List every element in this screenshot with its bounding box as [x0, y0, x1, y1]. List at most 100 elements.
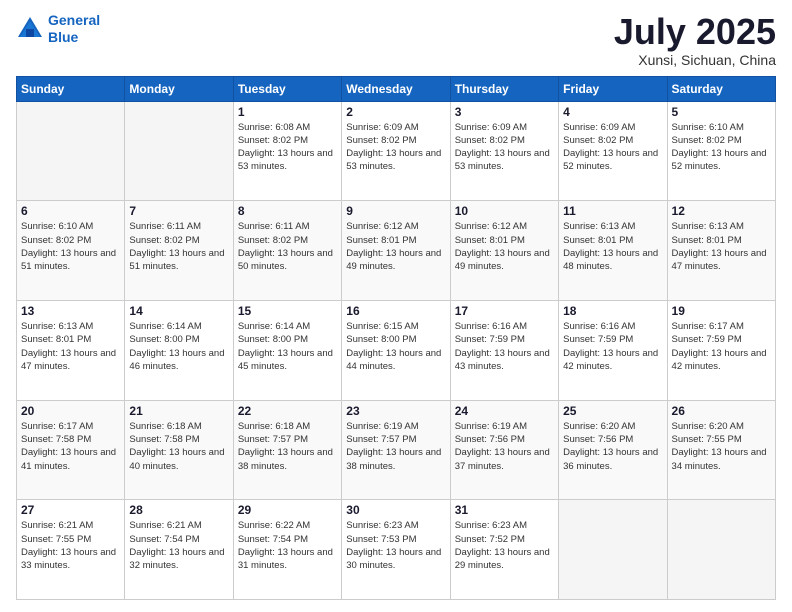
daylight: Daylight: 13 hours and 31 minutes. [238, 547, 333, 571]
day-info: Sunrise: 6:13 AM Sunset: 8:01 PM Daylight:… [672, 220, 771, 273]
sunset: Sunset: 8:01 PM [455, 235, 525, 246]
sunset: Sunset: 8:02 PM [238, 135, 308, 146]
sunrise: Sunrise: 6:21 AM [21, 520, 93, 531]
col-tuesday: Tuesday [233, 76, 341, 101]
table-row: 29Sunrise: 6:22 AMSunset: 7:54 PMDayligh… [233, 500, 341, 600]
day-number: 10 [455, 204, 554, 218]
day-number: 29 [238, 503, 337, 517]
sunrise: Sunrise: 6:17 AM [672, 321, 744, 332]
day-number: 11 [563, 204, 662, 218]
day-info: Sunrise: 6:09 AMSunset: 8:02 PMDaylight:… [563, 121, 662, 174]
calendar-week-2: 6Sunrise: 6:10 AMSunset: 8:02 PMDaylight… [17, 201, 776, 301]
day-number: 1 [238, 105, 337, 119]
daylight: Daylight: 13 hours and 32 minutes. [129, 547, 224, 571]
day-info: Sunrise: 6:23 AMSunset: 7:53 PMDaylight:… [346, 519, 445, 572]
day-number: 23 [346, 404, 445, 418]
daylight: Daylight: 13 hours and 47 minutes. [21, 348, 116, 372]
sunrise: Sunrise: 6:23 AM [346, 520, 418, 531]
daylight: Daylight: 13 hours and 51 minutes. [21, 248, 116, 272]
sunrise: Sunrise: 6:09 AM [563, 122, 635, 133]
location: Xunsi, Sichuan, China [614, 52, 776, 68]
daylight: Daylight: 13 hours and 51 minutes. [129, 248, 224, 272]
daylight: Daylight: 13 hours and 47 minutes. [672, 248, 767, 272]
header-row: Sunday Monday Tuesday Wednesday Thursday… [17, 76, 776, 101]
sunset: Sunset: 8:01 PM [672, 235, 742, 246]
logo-text: General Blue [48, 12, 100, 46]
daylight: Daylight: 13 hours and 41 minutes. [21, 447, 116, 471]
day-number: 12 [672, 204, 771, 218]
page: General Blue July 2025 Xunsi, Sichuan, C… [0, 0, 792, 612]
sunrise: Sunrise: 6:15 AM [346, 321, 418, 332]
header: General Blue July 2025 Xunsi, Sichuan, C… [16, 12, 776, 68]
sunrise: Sunrise: 6:12 AM [455, 221, 527, 232]
day-number: 24 [455, 404, 554, 418]
day-number: 2 [346, 105, 445, 119]
day-number: 26 [672, 404, 771, 418]
sunrise: Sunrise: 6:18 AM [238, 421, 310, 432]
day-number: 27 [21, 503, 120, 517]
day-number: 15 [238, 304, 337, 318]
day-info: Sunrise: 6:12 AMSunset: 8:01 PMDaylight:… [346, 220, 445, 273]
day-number: 8 [238, 204, 337, 218]
table-row: 21Sunrise: 6:18 AMSunset: 7:58 PMDayligh… [125, 400, 233, 500]
table-row [667, 500, 775, 600]
day-info: Sunrise: 6:18 AMSunset: 7:58 PMDaylight:… [129, 420, 228, 473]
day-number: 25 [563, 404, 662, 418]
table-row: 20Sunrise: 6:17 AMSunset: 7:58 PMDayligh… [17, 400, 125, 500]
day-number: 13 [21, 304, 120, 318]
calendar-week-1: 1Sunrise: 6:08 AMSunset: 8:02 PMDaylight… [17, 101, 776, 201]
day-info: Sunrise: 6:09 AMSunset: 8:02 PMDaylight:… [346, 121, 445, 174]
day-info: Sunrise: 6:19 AMSunset: 7:57 PMDaylight:… [346, 420, 445, 473]
day-number: 5 [672, 105, 771, 119]
col-friday: Friday [559, 76, 667, 101]
sunrise: Sunrise: 6:13 AM [21, 321, 93, 332]
daylight: Daylight: 13 hours and 44 minutes. [346, 348, 441, 372]
day-number: 30 [346, 503, 445, 517]
table-row: 8 Sunrise: 6:11 AMSunset: 8:02 PMDaylight… [233, 201, 341, 301]
sunset: Sunset: 7:57 PM [238, 434, 308, 445]
sunset: Sunset: 7:54 PM [238, 534, 308, 545]
daylight: Daylight: 13 hours and 38 minutes. [238, 447, 333, 471]
day-number: 9 [346, 204, 445, 218]
calendar-week-4: 20Sunrise: 6:17 AMSunset: 7:58 PMDayligh… [17, 400, 776, 500]
sunrise: Sunrise: 6:09 AM [455, 122, 527, 133]
daylight: Daylight: 13 hours and 42 minutes. [563, 348, 658, 372]
table-row: 26Sunrise: 6:20 AMSunset: 7:55 PMDayligh… [667, 400, 775, 500]
table-row: 25Sunrise: 6:20 AMSunset: 7:56 PMDayligh… [559, 400, 667, 500]
daylight: Daylight: 13 hours and 29 minutes. [455, 547, 550, 571]
sunset: Sunset: 8:02 PM [238, 235, 308, 246]
sunset: Sunset: 8:00 PM [129, 334, 199, 345]
table-row: 13Sunrise: 6:13 AMSunset: 8:01 PMDayligh… [17, 300, 125, 400]
daylight: Daylight: 13 hours and 49 minutes. [346, 248, 441, 272]
daylight: Daylight: 13 hours and 38 minutes. [346, 447, 441, 471]
sunset: Sunset: 7:55 PM [672, 434, 742, 445]
day-info: Sunrise: 6:14 AMSunset: 8:00 PMDaylight:… [238, 320, 337, 373]
table-row: 15 Sunrise: 6:14 AMSunset: 8:00 PMDayligh… [233, 300, 341, 400]
day-info: Sunrise: 6:15 AMSunset: 8:00 PMDaylight:… [346, 320, 445, 373]
sunrise: Sunrise: 6:10 AM [21, 221, 93, 232]
sunrise: Sunrise: 6:19 AM [455, 421, 527, 432]
day-info: Sunrise: 6:12 AMSunset: 8:01 PMDaylight:… [455, 220, 554, 273]
sunset: Sunset: 8:02 PM [563, 135, 633, 146]
daylight: Daylight: 13 hours and 40 minutes. [129, 447, 224, 471]
sunset: Sunset: 8:02 PM [346, 135, 416, 146]
logo-blue: Blue [48, 29, 100, 46]
daylight: Daylight: 13 hours and 33 minutes. [21, 547, 116, 571]
sunrise: Sunrise: 6:13 AM [672, 221, 744, 232]
daylight: Daylight: 13 hours and 53 minutes. [238, 148, 333, 172]
table-row: 23 Sunrise: 6:19 AMSunset: 7:57 PMDayligh… [342, 400, 450, 500]
sunrise: Sunrise: 6:18 AM [129, 421, 201, 432]
day-info: Sunrise: 6:17 AMSunset: 7:59 PMDaylight:… [672, 320, 771, 373]
table-row: 24Sunrise: 6:19 AMSunset: 7:56 PMDayligh… [450, 400, 558, 500]
sunrise: Sunrise: 6:10 AM [672, 122, 744, 133]
sunset: Sunset: 8:01 PM [563, 235, 633, 246]
sunrise: Sunrise: 6:13 AM [563, 221, 635, 232]
day-info: Sunrise: 6:13 AMSunset: 8:01 PMDaylight:… [563, 220, 662, 273]
day-info: Sunrise: 6:14 AMSunset: 8:00 PMDaylight:… [129, 320, 228, 373]
day-info: Sunrise: 6:11 AMSunset: 8:02 PMDaylight:… [238, 220, 337, 273]
daylight: Daylight: 13 hours and 43 minutes. [455, 348, 550, 372]
table-row: 3Sunrise: 6:09 AMSunset: 8:02 PMDaylight… [450, 101, 558, 201]
day-number: 28 [129, 503, 228, 517]
day-info: Sunrise: 6:10 AMSunset: 8:02 PMDaylight:… [672, 121, 771, 174]
sunset: Sunset: 8:02 PM [129, 235, 199, 246]
